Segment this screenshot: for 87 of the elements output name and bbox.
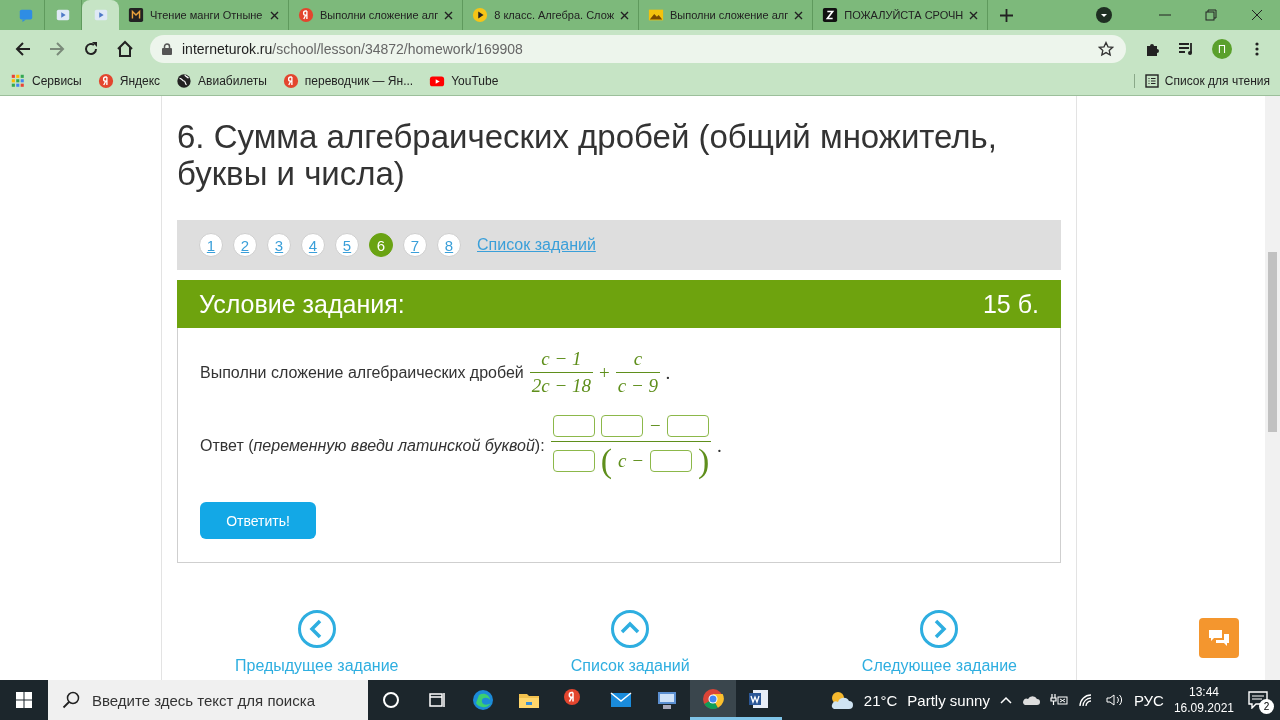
page-number[interactable]: 7 bbox=[403, 233, 427, 257]
profile-avatar[interactable]: П bbox=[1212, 38, 1232, 59]
page-number[interactable]: 1 bbox=[199, 233, 223, 257]
chevron-up-icon bbox=[610, 609, 651, 649]
url-text: interneturok.ru/school/lesson/34872/homework/169908 bbox=[182, 40, 524, 57]
restore-icon[interactable] bbox=[1205, 9, 1217, 21]
page-number[interactable]: 5 bbox=[335, 233, 359, 257]
bookmark[interactable]: переводчик — Ян... bbox=[282, 73, 414, 89]
nav-link[interactable]: Список заданий bbox=[570, 609, 690, 675]
task-header-title: Условие задания: bbox=[199, 289, 405, 319]
notification-icon[interactable] bbox=[1248, 691, 1268, 709]
close-icon[interactable] bbox=[794, 10, 804, 20]
period: . bbox=[717, 434, 723, 457]
chevron-right-icon bbox=[919, 609, 960, 649]
page-number[interactable]: 4 bbox=[301, 233, 325, 257]
back-icon[interactable] bbox=[15, 40, 31, 57]
parenthesis: ( bbox=[600, 444, 613, 478]
nav-link[interactable]: Следующее задание bbox=[861, 609, 1017, 675]
clock-time: 13:44 bbox=[1188, 684, 1219, 700]
chevron-up-icon[interactable] bbox=[999, 696, 1012, 704]
temperature: 21°C bbox=[863, 691, 898, 709]
chevron-left-icon bbox=[296, 609, 337, 649]
video-icon bbox=[55, 7, 71, 23]
apps-icon bbox=[10, 73, 26, 89]
star-icon[interactable] bbox=[1098, 40, 1114, 57]
weather-text: Partly sunny bbox=[907, 691, 990, 709]
plus-icon[interactable] bbox=[1000, 8, 1014, 22]
address-bar[interactable]: interneturok.ru/school/lesson/34872/homework/169908 bbox=[150, 34, 1126, 63]
lesson-title: 6. Сумма алгебраических дробей (общий множитель, буквы и числа) bbox=[177, 118, 998, 192]
yandex-icon bbox=[97, 73, 114, 89]
notification-count: 2 bbox=[1259, 699, 1274, 714]
home-icon[interactable] bbox=[116, 39, 134, 58]
windows-start-icon[interactable] bbox=[16, 692, 32, 708]
edge-icon bbox=[471, 688, 495, 712]
close-icon[interactable] bbox=[270, 10, 279, 20]
reload-icon[interactable] bbox=[83, 40, 99, 57]
list-icon[interactable] bbox=[1144, 74, 1159, 88]
bookmark[interactable]: Сервисы bbox=[10, 73, 82, 89]
math-text: c − bbox=[618, 450, 645, 472]
points-label: 15 б. bbox=[982, 289, 1039, 319]
tab-search-icon[interactable] bbox=[1096, 7, 1112, 23]
clock-date: 16.09.2021 bbox=[1173, 700, 1234, 716]
chrome-icon bbox=[701, 686, 725, 711]
globe-icon bbox=[176, 73, 193, 89]
page-number[interactable]: 8 bbox=[437, 233, 461, 257]
fraction: c − 1 2c − 18 bbox=[529, 348, 594, 397]
plus-sign: + bbox=[599, 361, 610, 384]
scrollbar[interactable] bbox=[1265, 96, 1280, 680]
bookmark[interactable]: Яндекс bbox=[97, 73, 161, 89]
page-number[interactable]: 3 bbox=[267, 233, 291, 257]
close-icon[interactable] bbox=[620, 10, 629, 20]
parenthesis: ) bbox=[698, 444, 710, 478]
task-text: Выполни сложение алгебраических дробей bbox=[200, 363, 524, 382]
submit-button[interactable]: Ответить! bbox=[200, 502, 316, 539]
close-icon[interactable] bbox=[444, 10, 454, 20]
period: . bbox=[666, 361, 671, 384]
language-indicator[interactable]: РУС bbox=[1133, 691, 1164, 709]
menu-icon[interactable] bbox=[1255, 40, 1259, 57]
yandex-icon bbox=[298, 7, 314, 23]
math-text: − bbox=[648, 415, 662, 437]
cloud-icon[interactable] bbox=[1021, 694, 1040, 706]
reading-list-button[interactable]: Список для чтения bbox=[1164, 74, 1270, 88]
power-icon[interactable] bbox=[1049, 693, 1068, 707]
close-icon[interactable] bbox=[1251, 9, 1263, 21]
page-number[interactable]: 6 bbox=[369, 233, 393, 257]
fraction: c c − 9 bbox=[615, 348, 661, 397]
forward-icon[interactable] bbox=[49, 40, 65, 57]
search-icon bbox=[62, 691, 80, 709]
letter-z-icon bbox=[822, 7, 839, 23]
bookmark[interactable]: Авиабилеты bbox=[176, 73, 267, 89]
answer-label: Ответ (переменную введи латинской буквой): bbox=[200, 436, 545, 455]
speaker-icon[interactable] bbox=[1105, 693, 1124, 707]
page-number[interactable]: 2 bbox=[233, 233, 257, 257]
task-list-link[interactable]: Список заданий bbox=[477, 236, 596, 254]
taskbar-app[interactable] bbox=[690, 680, 736, 720]
yandex-icon bbox=[282, 73, 299, 89]
chat-icon bbox=[1208, 628, 1230, 648]
play-icon bbox=[472, 7, 489, 23]
close-icon[interactable] bbox=[969, 10, 979, 20]
bookmark[interactable]: YouTube bbox=[429, 73, 499, 89]
nav-link[interactable]: Предыдущее задание bbox=[235, 609, 399, 675]
video-icon bbox=[92, 7, 109, 23]
taskbar-search-field[interactable]: Введите здесь текст для поиска bbox=[48, 680, 368, 720]
image-icon bbox=[648, 7, 664, 23]
letter-m-icon bbox=[128, 7, 144, 23]
lock-icon bbox=[162, 42, 172, 55]
chat-icon bbox=[18, 7, 34, 23]
